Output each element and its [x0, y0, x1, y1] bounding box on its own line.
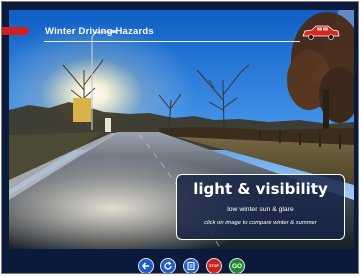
refresh-icon — [164, 261, 172, 270]
arrow-left-icon — [141, 262, 149, 270]
red-tab-marker — [2, 27, 29, 35]
info-subtitle: low winter sun & glare — [227, 206, 294, 213]
page-title: Winter Driving Hazards — [45, 26, 154, 37]
info-title: light & visibility — [193, 180, 328, 198]
bottom-toolbar: STOP GO — [2, 258, 358, 273]
stop-button[interactable]: STOP — [206, 258, 222, 273]
compare-button[interactable] — [160, 258, 176, 273]
go-label: GO — [231, 262, 243, 270]
app-frame: Winter Driving Hazards light & visibilit… — [1, 1, 359, 274]
info-hint: click on image to compare winter & summe… — [204, 220, 317, 226]
back-button[interactable] — [138, 258, 154, 273]
title-underline — [44, 41, 300, 42]
car-icon — [301, 24, 341, 42]
info-panel: light & visibility low winter sun & glar… — [176, 174, 345, 240]
go-button[interactable]: GO — [229, 258, 245, 273]
stop-label: STOP — [209, 264, 219, 268]
page-icon — [187, 261, 195, 271]
menu-button[interactable] — [183, 258, 199, 273]
